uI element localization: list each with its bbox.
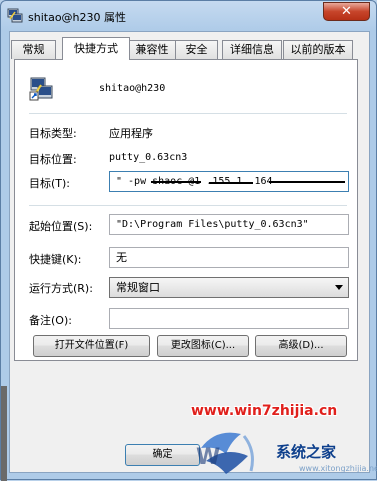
shortcut-icon [29,77,53,101]
comment-label: 备注(O): [29,314,72,327]
chevron-down-icon [335,285,343,290]
start-in-input[interactable]: "D:\Program Files\putty_0.63cn3" [109,214,349,235]
hotkey-label: 快捷键(K): [29,253,82,266]
close-icon: ✕ [341,4,352,19]
change-icon-button[interactable]: 更改图标(C)... [157,335,249,357]
tab-details[interactable]: 详细信息 [222,40,282,59]
redaction-mark [209,182,253,184]
target-type-label: 目标类型: [29,127,77,140]
run-select-value: 常规窗口 [116,281,160,294]
watermark-brand: 系统之家 [276,443,337,461]
tab-previous-versions[interactable]: 以前的版本 [283,40,353,59]
hotkey-input[interactable]: 无 [109,247,349,268]
separator-middle [29,205,347,206]
shortcut-name: shitao@h230 [99,83,166,94]
svg-text:W: W [196,445,220,470]
run-select[interactable]: 常规窗口 [109,277,349,298]
redaction-mark [151,181,201,183]
open-file-location-button[interactable]: 打开文件位置(F) [33,335,150,357]
redaction-mark [269,181,345,183]
putty-app-icon [7,8,23,23]
properties-window: shitao@h230 属性 ✕ 常规 快捷方式 兼容性 安全 详细信息 以前的… [0,0,377,481]
separator-top [29,113,347,114]
advanced-button[interactable]: 高级(D)... [255,335,347,357]
target-label: 目标(T): [29,177,71,190]
target-location-value: putty_0.63cn3 [109,152,188,163]
target-location-label: 目标位置: [29,153,77,166]
run-label: 运行方式(R): [29,282,93,295]
comment-input[interactable] [109,308,349,329]
close-button[interactable]: ✕ [323,2,370,21]
window-title: shitao@h230 属性 [28,11,127,24]
tab-security[interactable]: 安全 [175,40,218,59]
ok-button[interactable]: 确定 [125,444,200,466]
start-in-label: 起始位置(S): [29,220,93,233]
tab-strip: 常规 快捷方式 兼容性 安全 详细信息 以前的版本 [8,37,368,60]
watermark-url: www.xitongzhijia.net [299,464,377,473]
tab-compatibility[interactable]: 兼容性 [128,40,176,59]
tab-shortcut[interactable]: 快捷方式 [62,37,130,60]
title-bar[interactable]: shitao@h230 属性 ✕ [1,1,376,31]
target-type-value: 应用程序 [109,127,153,140]
background-strip [1,386,7,481]
tab-general[interactable]: 常规 [11,40,56,59]
